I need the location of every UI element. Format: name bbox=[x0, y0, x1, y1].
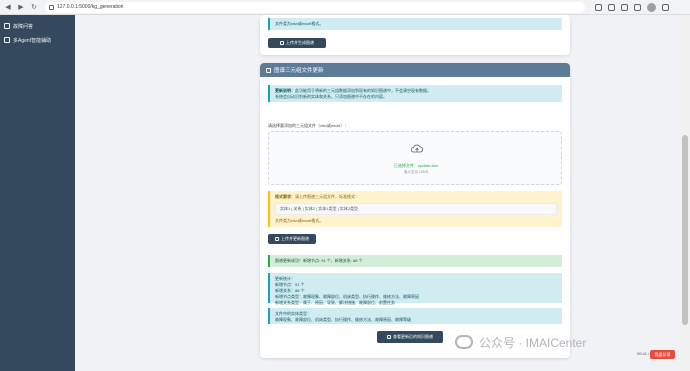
sidebar-item-multi-agent[interactable]: 多Agent智能辅助 bbox=[0, 33, 75, 47]
warning-text: 请上传图谱三元组文件，标准格式： bbox=[295, 194, 359, 199]
sidebar: 故障问答 多Agent智能辅助 bbox=[0, 15, 75, 371]
upload-icon bbox=[275, 237, 279, 241]
update-card-title: 图谱三元组文件更新 bbox=[274, 68, 324, 74]
extensions-icon[interactable] bbox=[608, 3, 615, 11]
upload-icon bbox=[280, 41, 284, 45]
watermark: 公众号 · IMAICenter bbox=[455, 332, 675, 352]
update-success-text: 图谱更新成功！新增节点: 91 个，新增关系: 88 个 bbox=[275, 258, 363, 263]
upload-update-label: 上传并更新图谱 bbox=[281, 236, 309, 241]
browser-toolbar: ◀ ▶ ↻ 127.0.0.1:5000/kg_generation bbox=[0, 0, 690, 15]
lock-icon bbox=[49, 4, 54, 10]
update-info-title: 更新说明： bbox=[275, 88, 295, 93]
download-icon[interactable] bbox=[621, 3, 628, 11]
sidebar-item-label: 故障问答 bbox=[13, 23, 34, 30]
wechat-icon bbox=[455, 335, 473, 349]
upload-label: 请选择要添加的三元组文件（xlsx或excel）： bbox=[268, 123, 349, 128]
scrollbar-thumb[interactable] bbox=[682, 135, 688, 325]
file-dropzone[interactable]: 已选择文件：update.xlsx 最大支持 16MB bbox=[268, 131, 562, 185]
format-code: 实体1 | 关系 | 实体2 | 实体1类型 | 实体2类型 bbox=[275, 203, 557, 215]
selected-file-text: 已选择文件：update.xlsx bbox=[393, 163, 439, 168]
update-info-line1: 此功能用于将新的三元组数据添加到现有的知识图谱中，不会清空现有数据。 bbox=[295, 88, 431, 93]
upload-update-button[interactable]: 上传并更新图谱 bbox=[268, 234, 316, 244]
page-scrollbar[interactable] bbox=[680, 15, 690, 371]
view-graph-button[interactable]: 查看更新后的知识图谱 bbox=[377, 331, 443, 343]
robot-icon bbox=[4, 37, 10, 43]
back-icon[interactable]: ◀ bbox=[3, 2, 13, 12]
sidebar-item-label: 多Agent智能辅助 bbox=[13, 37, 52, 44]
file-size-hint: 最大支持 16MB bbox=[403, 170, 429, 174]
profile-avatar[interactable] bbox=[647, 2, 656, 12]
update-info-line2: 系统会自动识别新的实体和关系，只添加图谱中不存在的内容。 bbox=[275, 94, 387, 99]
update-info: 更新说明：此功能用于将新的三元组数据添加到现有的知识图谱中，不会清空现有数据。 … bbox=[268, 85, 562, 102]
update-success-alert: 图谱更新成功！新增节点: 91 个，新增关系: 88 个 bbox=[268, 255, 562, 267]
view-graph-label: 查看更新后的知识图谱 bbox=[393, 334, 433, 339]
eye-icon bbox=[387, 335, 391, 339]
warning-title: 格式要求： bbox=[275, 194, 295, 199]
format-warning: 格式要求：请上传图谱三元组文件，标准格式： 实体1 | 关系 | 实体2 | 实… bbox=[268, 191, 562, 227]
url-text: 127.0.0.1:5000/kg_generation bbox=[57, 4, 124, 10]
feedback-button[interactable]: 我要反馈 bbox=[650, 350, 675, 359]
update-card: 图谱三元组文件更新 更新说明：此功能用于将新的三元组数据添加到现有的知识图谱中，… bbox=[260, 63, 570, 358]
entity-types-box: 文件中的实体类型： 故障现象、故障部位、机床类型、执行操作、维修方法、故障原因、… bbox=[268, 308, 562, 324]
refresh-icon bbox=[266, 67, 271, 73]
format-note-text: 文件类为xlsx或excel格式。 bbox=[275, 21, 324, 26]
generate-card: 文件类为xlsx或excel格式。 上传并生成图谱 bbox=[260, 15, 570, 55]
sidepanel-icon[interactable] bbox=[634, 3, 641, 11]
upload-generate-label: 上传并生成图谱 bbox=[286, 40, 314, 45]
star-icon[interactable] bbox=[595, 3, 602, 11]
format-note: 文件类为xlsx或excel格式。 bbox=[268, 18, 562, 30]
upload-generate-button[interactable]: 上传并生成图谱 bbox=[268, 38, 326, 48]
update-card-header: 图谱三元组文件更新 bbox=[260, 63, 570, 77]
warning-foot: 文件类为xlsx或excel格式。 bbox=[275, 218, 324, 223]
main-content: 文件类为xlsx或excel格式。 上传并生成图谱 图谱三元组文件更新 更新说明… bbox=[75, 15, 680, 371]
entity-types-line: 故障现象、故障部位、机床类型、执行操作、维修方法、故障原因、故障等级 bbox=[275, 317, 411, 322]
sidebar-item-fault-qa[interactable]: 故障问答 bbox=[0, 19, 75, 33]
cloud-upload-icon bbox=[410, 144, 424, 153]
address-bar[interactable]: 127.0.0.1:5000/kg_generation bbox=[45, 1, 585, 13]
update-stats: 更新统计： 新增节点：91 个 新增关系：88 个 新增节点类型：故障现象、故障… bbox=[268, 273, 562, 305]
reload-icon[interactable]: ↻ bbox=[29, 2, 39, 12]
chat-icon bbox=[4, 23, 10, 29]
stats-line-relation-types: 新增关系类型：属于、原因、导致、解决措施、故障部位、前置任务 bbox=[275, 300, 395, 305]
watermark-text: 公众号 · IMAICenter bbox=[479, 335, 587, 350]
menu-icon[interactable] bbox=[662, 3, 669, 11]
forward-icon[interactable]: ▶ bbox=[16, 2, 26, 12]
